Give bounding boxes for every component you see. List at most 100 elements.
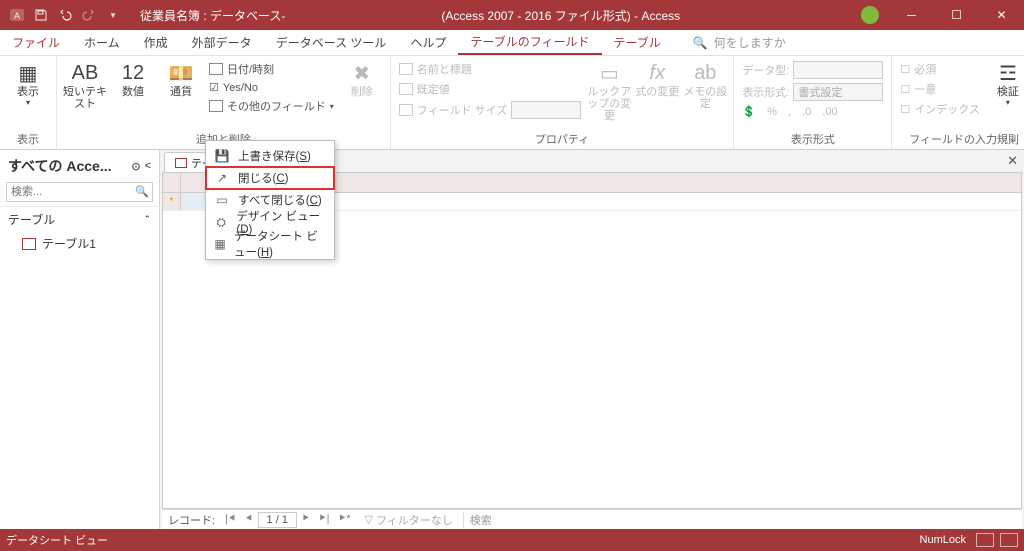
view-switcher <box>976 533 1018 547</box>
tell-me-label: 何をしますか <box>714 34 786 51</box>
short-text-button[interactable]: AB 短いテキスト <box>63 60 107 110</box>
nav-item-table1[interactable]: テーブル1 <box>0 232 159 255</box>
new-row-marker: * <box>163 193 181 210</box>
tab-home[interactable]: ホーム <box>72 30 132 55</box>
view-label: 表示 <box>17 86 39 98</box>
quick-access-toolbar: A ▾ <box>0 0 130 30</box>
first-record-button[interactable]: |⯇ <box>221 513 241 526</box>
default-value-label: 既定値 <box>417 81 450 97</box>
new-record-button[interactable]: ⯈* <box>333 513 354 526</box>
record-position[interactable]: 1 / 1 <box>258 512 297 528</box>
menu-save[interactable]: 💾 上書き保存(S) <box>206 145 334 167</box>
menu-datasheet-view[interactable]: ▦ データシート ビュー(H) <box>206 233 334 255</box>
tab-fields[interactable]: テーブルのフィールド <box>458 30 601 55</box>
search-icon: 🔍 <box>693 36 708 50</box>
menu-close-all-label: すべて閉じる(C) <box>238 192 322 208</box>
datasheet-view-icon: ▦ <box>19 60 38 86</box>
format-label: 表示形式: <box>742 84 789 100</box>
yes-no-button[interactable]: ☑ Yes/No <box>207 80 336 95</box>
format-row: 表示形式:書式設定 <box>740 82 885 102</box>
menu-datasheet-label: データシート ビュー(H) <box>234 228 326 260</box>
save-icon: 💾 <box>214 149 230 163</box>
group-prop-label: プロパティ <box>397 129 728 147</box>
tab-dbtools[interactable]: データベース ツール <box>264 30 399 55</box>
close-all-icon: ▭ <box>214 193 230 207</box>
memo-icon: ab <box>694 60 716 86</box>
datasheet-view-icon: ▦ <box>214 237 226 251</box>
access-app-icon: A <box>6 4 28 26</box>
prev-record-button[interactable]: ⯇ <box>241 513 258 526</box>
unique-label: 一意 <box>914 81 936 97</box>
nav-search: 🔍 <box>6 182 153 202</box>
nav-title: すべての Acce... <box>8 156 112 176</box>
number-button[interactable]: 12 数値 <box>111 60 155 98</box>
tab-help[interactable]: ヘルプ <box>398 30 458 55</box>
user-avatar[interactable] <box>861 6 879 24</box>
ribbon-collapse-button[interactable]: ⌄ <box>1009 132 1018 145</box>
close-window-button[interactable]: ✕ <box>979 0 1024 30</box>
qat-customize-icon[interactable]: ▾ <box>102 4 124 26</box>
tell-me-search[interactable]: 🔍 何をしますか <box>673 30 786 55</box>
currency-icon: 💴 <box>169 60 194 86</box>
unique-check: ☐一意 <box>898 80 982 98</box>
expr-label: 式の変更 <box>635 86 679 98</box>
date-time-button[interactable]: 日付/時刻 <box>207 60 336 78</box>
nav-header[interactable]: すべての Acce... ⊙ < <box>0 150 159 182</box>
default-value-button: 既定値 <box>397 80 584 98</box>
field-size-label: フィールド サイズ <box>417 102 508 118</box>
filter-label: フィルターなし <box>376 512 453 528</box>
date-icon <box>209 63 223 75</box>
group-fmt-label: 表示形式 <box>740 129 885 147</box>
more-icon <box>209 100 223 112</box>
lookup-icon: ▭ <box>600 60 619 86</box>
comma-fmt-icon: , <box>788 106 791 118</box>
nav-search-input[interactable] <box>6 182 153 202</box>
tab-create[interactable]: 作成 <box>132 30 180 55</box>
view-button[interactable]: ▦ 表示 ▾ <box>6 60 50 107</box>
datasheet-view-button[interactable] <box>976 533 994 547</box>
table-icon <box>175 158 187 168</box>
tab-external[interactable]: 外部データ <box>180 30 264 55</box>
menu-save-label: 上書き保存(S) <box>238 148 311 164</box>
save-icon[interactable] <box>30 4 52 26</box>
doc-close-button[interactable]: ✕ <box>1007 153 1018 169</box>
yes-no-label: Yes/No <box>223 82 258 94</box>
minimize-button[interactable]: ─ <box>889 0 934 30</box>
dec-inc-icon: .0 <box>802 106 811 118</box>
number-icon: 12 <box>122 60 144 86</box>
checkbox-icon: ☐ <box>900 103 910 116</box>
maximize-button[interactable]: ☐ <box>934 0 979 30</box>
last-record-button[interactable]: ⯈| <box>314 513 334 526</box>
record-navigator: レコード: |⯇ ⯇ 1 / 1 ⯈ ⯈| ⯈* ▽フィルターなし 検索 <box>162 509 1022 529</box>
nav-collapse-icon[interactable]: < <box>145 160 151 173</box>
tab-table[interactable]: テーブル <box>602 30 673 55</box>
select-all-corner[interactable] <box>163 173 181 192</box>
window-controls: ─ ☐ ✕ <box>889 0 1024 30</box>
other-fields-button[interactable]: その他のフィールド▾ <box>207 97 336 115</box>
currency-fmt-icon: 💲 <box>742 105 756 118</box>
navigation-pane: すべての Acce... ⊙ < 🔍 テーブル ⌃ テーブル1 <box>0 150 160 529</box>
menu-close[interactable]: ↗ 閉じる(C) <box>206 167 334 189</box>
nav-dropdown-icon[interactable]: ⊙ <box>131 160 140 173</box>
validate-button[interactable]: ☲ 検証 ▾ <box>986 60 1024 107</box>
nav-section-label: テーブル <box>8 211 55 228</box>
search-icon[interactable]: 🔍 <box>135 185 149 198</box>
tab-file[interactable]: ファイル <box>0 30 72 55</box>
nav-item-label: テーブル1 <box>42 235 96 252</box>
undo-icon[interactable] <box>54 4 76 26</box>
validate-label: 検証 <box>997 86 1019 98</box>
currency-button[interactable]: 💴 通貨 <box>159 60 203 98</box>
check-icon: ☑ <box>209 81 219 94</box>
lookup-button: ▭ ルックアップの変更 <box>587 60 631 122</box>
field-size-button: フィールド サイズ <box>397 100 584 120</box>
checkbox-icon: ☐ <box>900 63 910 76</box>
record-search[interactable]: 検索 <box>463 512 523 528</box>
group-view-label: 表示 <box>6 129 50 147</box>
redo-icon[interactable] <box>78 4 100 26</box>
nav-section-tables[interactable]: テーブル ⌃ <box>0 206 159 232</box>
next-record-button[interactable]: ⯈ <box>297 513 314 526</box>
svg-text:A: A <box>14 11 20 21</box>
memo-button: ab メモの設定 <box>683 60 727 110</box>
menu-close-label: 閉じる(C) <box>238 170 289 186</box>
design-view-button[interactable] <box>1000 533 1018 547</box>
